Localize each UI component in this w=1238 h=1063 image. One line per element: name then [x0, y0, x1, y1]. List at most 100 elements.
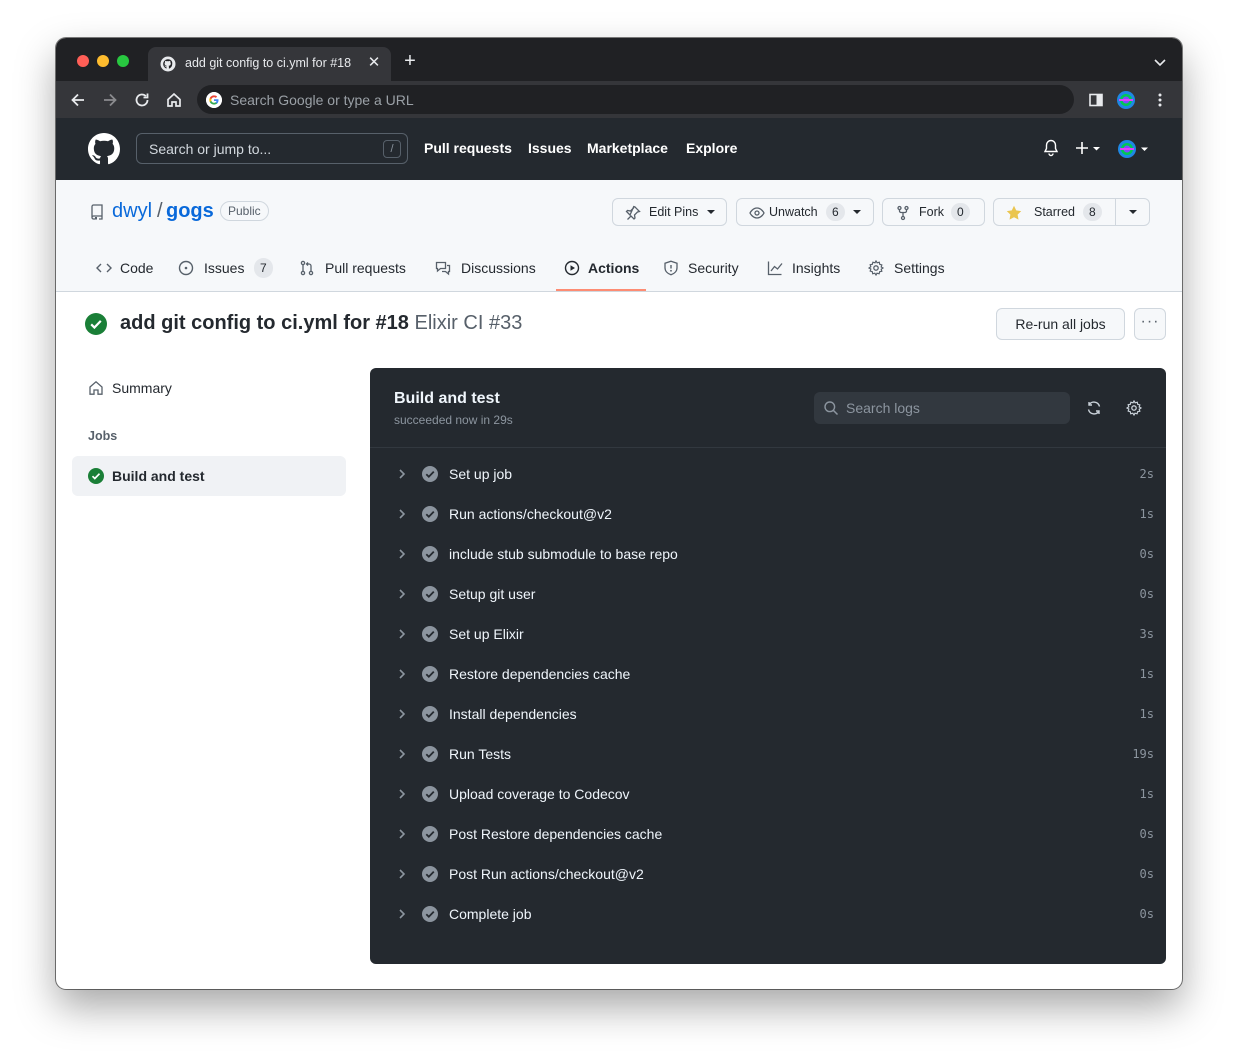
step-row[interactable]: Run Tests 19s	[370, 734, 1166, 774]
home-icon[interactable]	[164, 90, 184, 110]
chevron-right-icon[interactable]	[396, 827, 408, 841]
comment-discussion-icon	[435, 261, 451, 276]
reload-icon[interactable]	[132, 90, 152, 110]
bell-icon[interactable]	[1043, 139, 1059, 157]
close-window-button[interactable]	[77, 55, 89, 67]
git-pull-request-icon	[300, 260, 314, 276]
browser-menu-icon[interactable]	[1150, 90, 1170, 110]
fork-button[interactable]: Fork 0	[882, 198, 985, 226]
profile-avatar-icon[interactable]	[1116, 90, 1136, 110]
step-name: Upload coverage to Codecov	[449, 786, 630, 802]
visibility-badge: Public	[220, 201, 269, 221]
chevron-right-icon[interactable]	[396, 747, 408, 761]
step-duration: 0s	[1139, 827, 1154, 841]
step-row[interactable]: Post Run actions/checkout@v2 0s	[370, 854, 1166, 894]
edit-pins-button[interactable]: Edit Pins	[612, 198, 727, 226]
check-circle-fill-icon	[422, 706, 438, 722]
chevron-down-icon[interactable]	[1152, 54, 1168, 70]
chevron-right-icon[interactable]	[396, 787, 408, 801]
gear-icon	[868, 260, 884, 276]
step-row[interactable]: Run actions/checkout@v2 1s	[370, 494, 1166, 534]
repo-name-link[interactable]: gogs	[166, 200, 214, 223]
step-row[interactable]: Install dependencies 1s	[370, 694, 1166, 734]
watch-count: 6	[826, 203, 845, 221]
check-circle-fill-icon	[422, 826, 438, 842]
step-duration: 1s	[1139, 707, 1154, 721]
chevron-right-icon[interactable]	[396, 667, 408, 681]
step-name: Set up Elixir	[449, 626, 524, 642]
search-logs-input[interactable]: Search logs	[814, 392, 1070, 424]
step-duration: 1s	[1139, 507, 1154, 521]
chevron-right-icon[interactable]	[396, 507, 408, 521]
step-name: Post Run actions/checkout@v2	[449, 866, 644, 882]
sidebar-item-job[interactable]: Build and test	[72, 456, 346, 496]
address-bar[interactable]: Search Google or type a URL	[197, 85, 1074, 114]
gear-icon[interactable]	[1126, 400, 1142, 416]
back-arrow-icon[interactable]	[68, 90, 88, 110]
search-icon	[824, 401, 839, 416]
chevron-right-icon[interactable]	[396, 467, 408, 481]
check-circle-fill-icon	[88, 468, 104, 484]
create-new-plus-icon[interactable]	[1075, 139, 1103, 157]
step-row[interactable]: include stub submodule to base repo 0s	[370, 534, 1166, 574]
star-list-caret-icon[interactable]	[1129, 210, 1137, 214]
sync-icon[interactable]	[1086, 400, 1102, 416]
step-name: Setup git user	[449, 586, 536, 602]
job-log-panel: Build and test succeeded now in 29s Sear…	[370, 368, 1166, 964]
nav-explore[interactable]: Explore	[686, 140, 737, 156]
eye-icon	[749, 207, 765, 219]
check-circle-fill-icon	[422, 466, 438, 482]
rerun-all-jobs-button[interactable]: Re-run all jobs	[996, 308, 1125, 340]
browser-tab[interactable]: add git config to ci.yml for #18 ✕	[148, 47, 391, 81]
chevron-right-icon[interactable]	[396, 587, 408, 601]
nav-marketplace[interactable]: Marketplace	[587, 140, 668, 156]
side-panel-icon[interactable]	[1086, 90, 1106, 110]
step-row[interactable]: Set up Elixir 3s	[370, 614, 1166, 654]
repo-icon	[91, 204, 103, 220]
unwatch-label: Unwatch	[769, 205, 818, 219]
new-tab-icon[interactable]: +	[401, 51, 419, 71]
omnibox-placeholder: Search Google or type a URL	[230, 92, 414, 108]
minimize-window-button[interactable]	[97, 55, 109, 67]
tab-security-label: Security	[688, 260, 739, 276]
repo-owner-link[interactable]: dwyl	[112, 200, 152, 223]
chevron-right-icon[interactable]	[396, 707, 408, 721]
step-name: Set up job	[449, 466, 513, 482]
step-row[interactable]: Complete job 0s	[370, 894, 1166, 934]
step-row[interactable]: Upload coverage to Codecov 1s	[370, 774, 1166, 814]
step-row[interactable]: Set up job 2s	[370, 454, 1166, 494]
step-name: Restore dependencies cache	[449, 666, 631, 682]
repo-header: dwyl / gogs Public Edit Pins Unwatch 6 F…	[56, 180, 1182, 292]
user-avatar-icon[interactable]	[1117, 139, 1153, 159]
nav-issues[interactable]: Issues	[528, 140, 572, 156]
unwatch-button[interactable]: Unwatch 6	[736, 198, 874, 226]
step-row[interactable]: Restore dependencies cache 1s	[370, 654, 1166, 694]
maximize-window-button[interactable]	[117, 55, 129, 67]
step-duration: 3s	[1139, 627, 1154, 641]
log-header-divider	[370, 447, 1166, 448]
search-shortcut-key: /	[383, 140, 401, 158]
github-logo-icon[interactable]	[88, 133, 120, 165]
more-options-button[interactable]: ···	[1134, 308, 1166, 340]
step-name: Run Tests	[449, 746, 511, 762]
starred-button[interactable]: Starred 8	[993, 198, 1150, 226]
chevron-right-icon[interactable]	[396, 867, 408, 881]
shield-icon	[664, 260, 678, 276]
header-search-input[interactable]: Search or jump to... /	[136, 133, 408, 164]
fork-icon	[897, 205, 909, 221]
forward-arrow-icon[interactable]	[100, 90, 120, 110]
chevron-right-icon[interactable]	[396, 907, 408, 921]
step-row[interactable]: Post Restore dependencies cache 0s	[370, 814, 1166, 854]
step-duration: 1s	[1139, 787, 1154, 801]
google-icon	[206, 92, 222, 108]
close-tab-icon[interactable]: ✕	[366, 54, 382, 72]
sidebar-jobs-heading: Jobs	[88, 429, 118, 443]
chevron-right-icon[interactable]	[396, 547, 408, 561]
browser-window: add git config to ci.yml for #18 ✕ + Sea…	[56, 38, 1182, 989]
nav-pull-requests[interactable]: Pull requests	[424, 140, 512, 156]
tab-discussions-label: Discussions	[461, 260, 536, 276]
chevron-right-icon[interactable]	[396, 627, 408, 641]
step-row[interactable]: Setup git user 0s	[370, 574, 1166, 614]
tab-code-label: Code	[120, 260, 154, 276]
step-duration: 0s	[1139, 587, 1154, 601]
